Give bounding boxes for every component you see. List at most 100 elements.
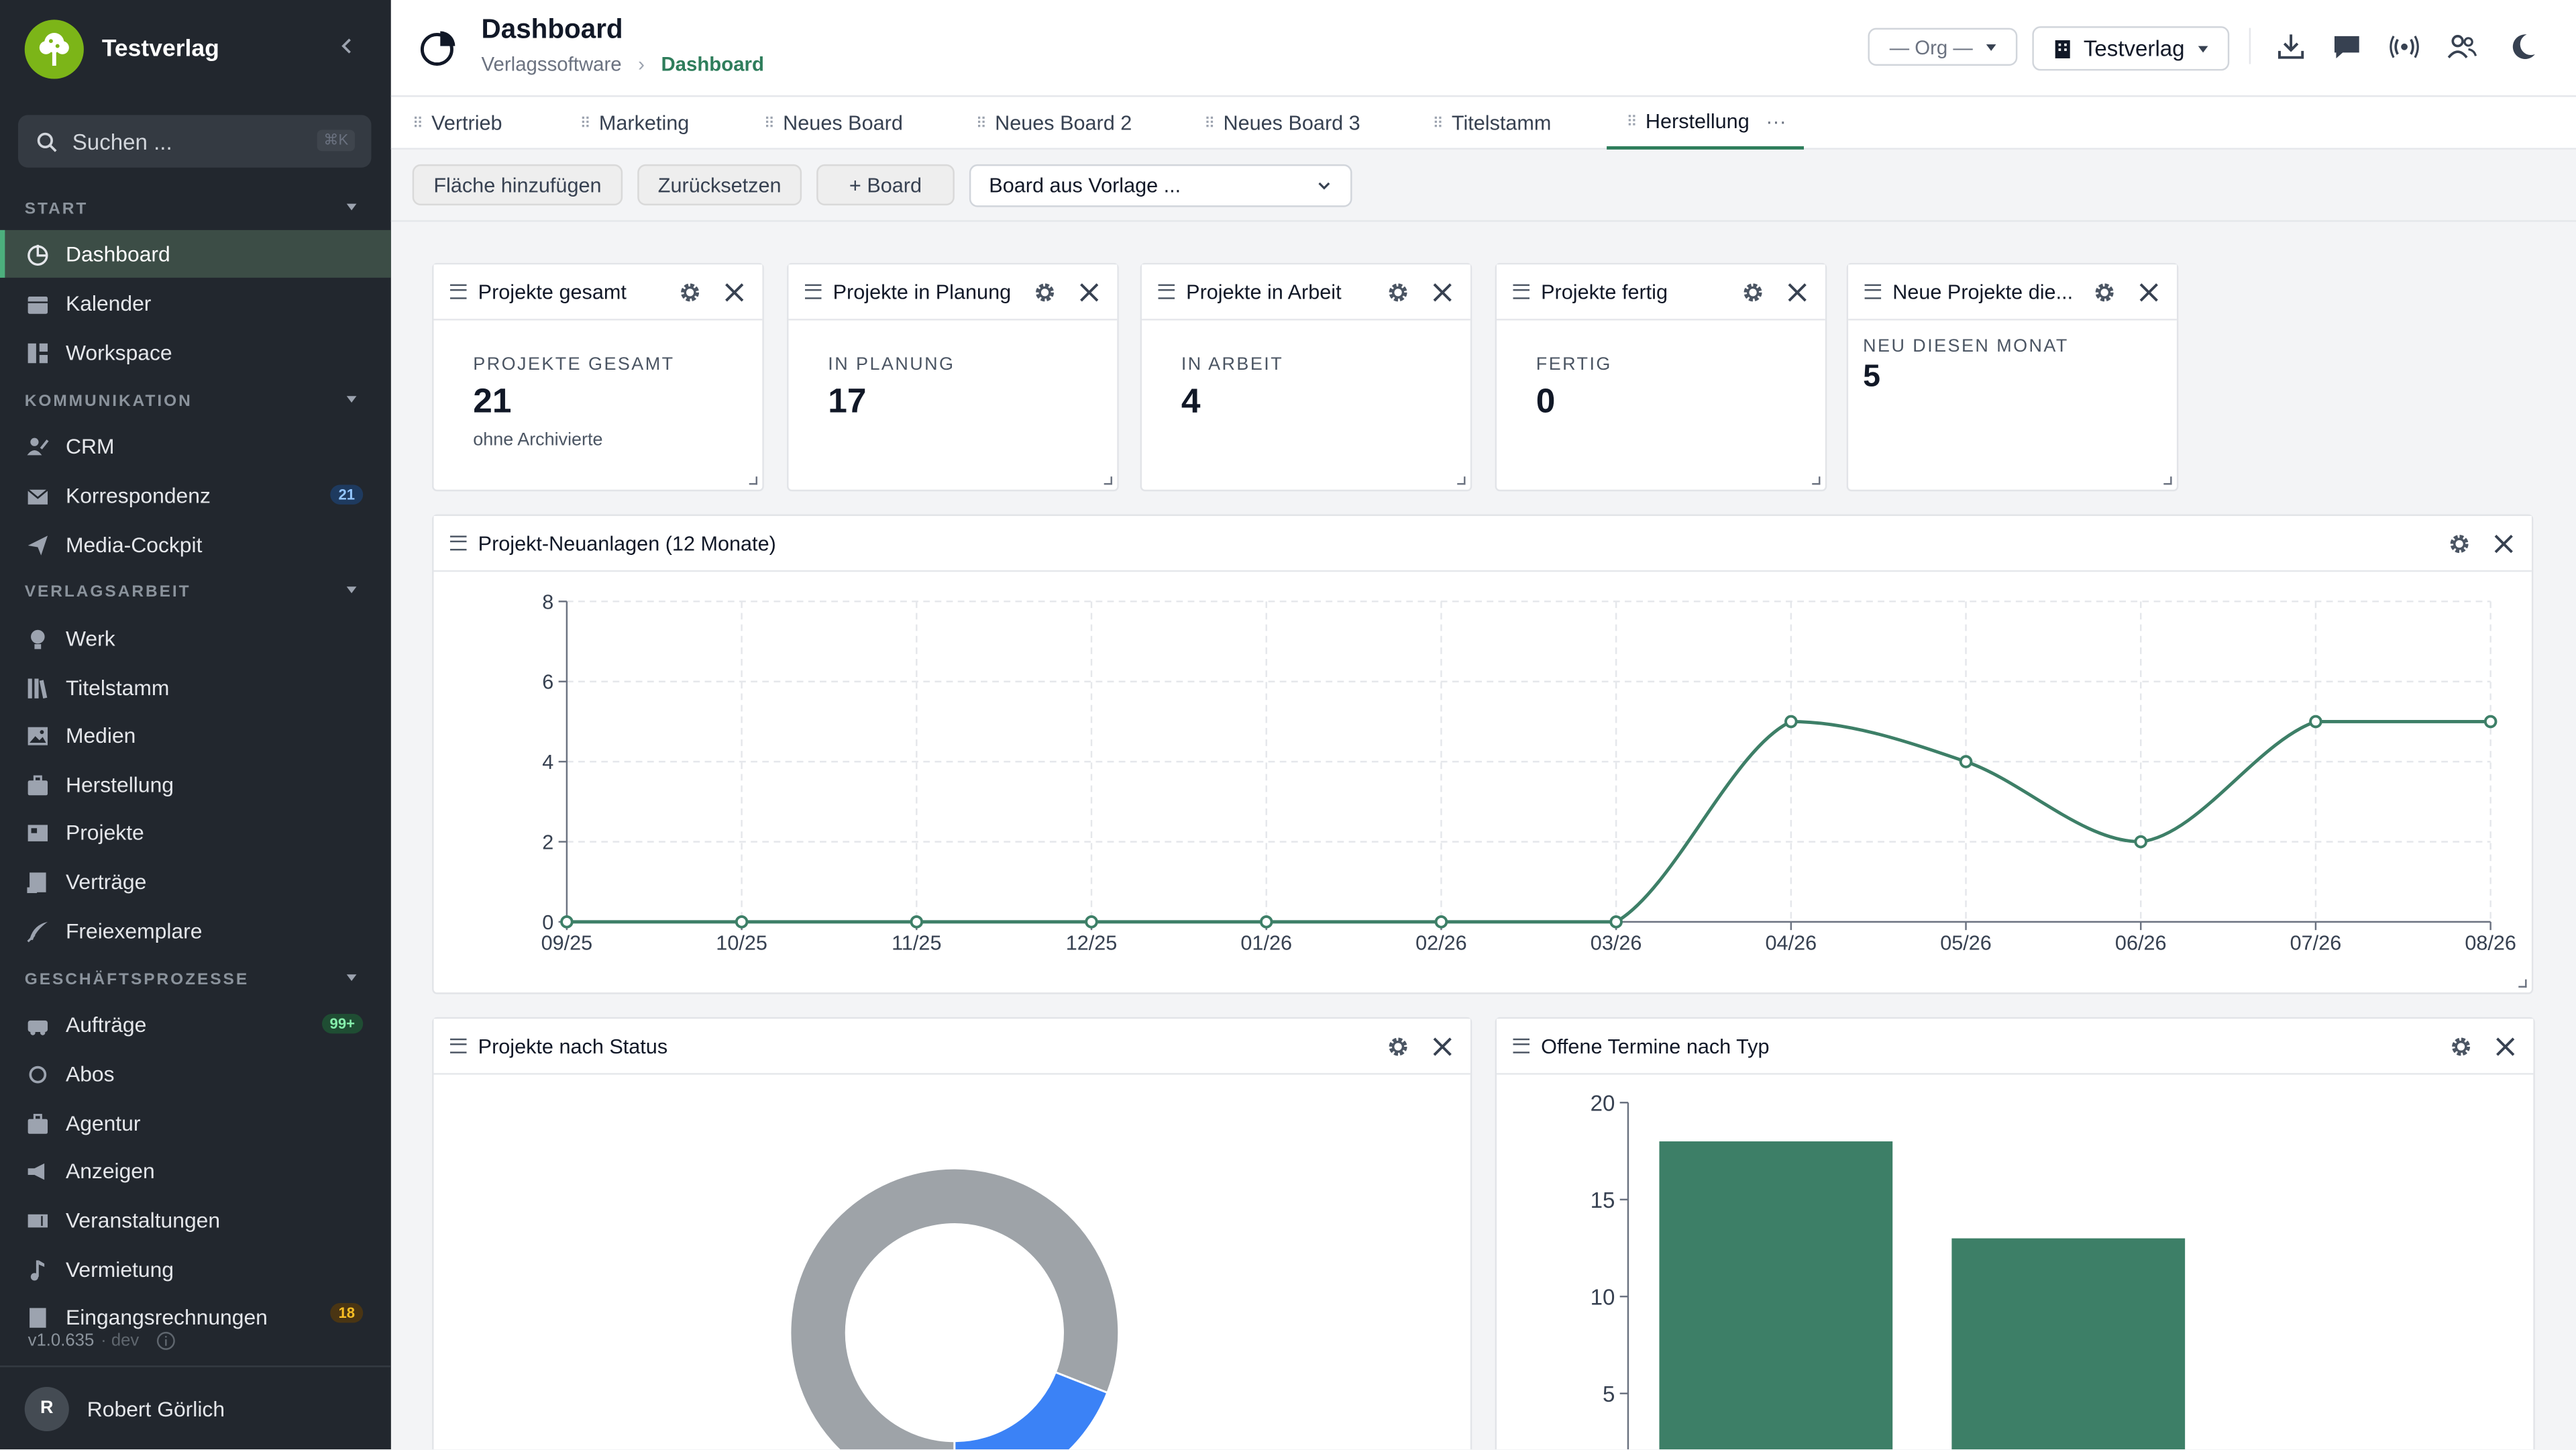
sidebar-item-anzeigen[interactable]: Anzeigen <box>0 1147 391 1194</box>
tab-neues-board[interactable]: ⠿ Neues Board <box>764 97 903 149</box>
menu-icon[interactable] <box>1513 284 1530 299</box>
drag-handle-icon[interactable]: ⠿ <box>580 114 590 132</box>
gear-icon[interactable] <box>2448 532 2471 555</box>
drag-handle-icon[interactable]: ⠿ <box>1204 114 1215 132</box>
tab-label: Marketing <box>598 111 690 135</box>
sidebar-item-label: Anzeigen <box>65 1158 155 1184</box>
tab-label: Herstellung <box>1645 110 1750 134</box>
gear-icon[interactable] <box>1387 1035 1409 1058</box>
sidebar-item-veranstaltungen[interactable]: Veranstaltungen <box>0 1196 391 1244</box>
sidebar-item-vertraege[interactable]: Verträge <box>0 858 391 905</box>
resize-handle[interactable] <box>749 476 757 485</box>
template-select-value: Board aus Vorlage ... <box>989 174 1181 197</box>
sidebar-item-kalender[interactable]: Kalender <box>0 279 391 327</box>
menu-icon[interactable] <box>450 535 467 551</box>
sidebar-item-herstellung[interactable]: Herstellung <box>0 761 391 809</box>
sidebar-item-label: CRM <box>65 433 115 459</box>
y-tick-label: 10 <box>1591 1285 1615 1310</box>
menu-icon[interactable] <box>805 284 822 299</box>
gear-icon[interactable] <box>1387 281 1409 304</box>
section-verlagsarbeit[interactable]: VERLAGSARBEIT <box>25 583 357 601</box>
caret-down-icon <box>1986 43 1996 50</box>
close-icon[interactable] <box>2137 281 2160 304</box>
add-area-button[interactable]: Fläche hinzufügen <box>412 164 623 206</box>
tab-more-icon[interactable]: ··· <box>1766 110 1786 133</box>
menu-icon[interactable] <box>1158 284 1175 299</box>
user-menu[interactable]: R Robert Görlich <box>0 1365 391 1449</box>
team-icon[interactable] <box>2447 32 2478 63</box>
data-point <box>2309 715 2322 729</box>
gear-icon[interactable] <box>2093 281 2116 304</box>
sidebar-item-freiexemplare[interactable]: Freiexemplare <box>0 907 391 955</box>
gear-icon[interactable] <box>1033 281 1056 304</box>
sidebar-item-auftraege[interactable]: Aufträge 99+ <box>0 1000 391 1048</box>
gear-icon[interactable] <box>2449 1035 2472 1058</box>
resize-handle[interactable] <box>1812 476 1821 485</box>
widget-title: Projekte in Planung <box>833 280 1012 303</box>
sidebar-item-medien[interactable]: Medien <box>0 711 391 759</box>
close-icon[interactable] <box>1078 281 1101 304</box>
board-template-select[interactable]: Board aus Vorlage ... <box>969 164 1352 207</box>
tenant-select[interactable]: Testverlag <box>2032 26 2230 71</box>
close-icon[interactable] <box>723 281 746 304</box>
tab-marketing[interactable]: ⠿ Marketing <box>580 97 689 149</box>
menu-icon[interactable] <box>1513 1038 1530 1053</box>
tab-neues-board-2[interactable]: ⠿ Neues Board 2 <box>976 97 1132 149</box>
resize-handle[interactable] <box>2163 476 2172 485</box>
sidebar-item-agentur[interactable]: Agentur <box>0 1099 391 1147</box>
sidebar-item-label: Titelstamm <box>65 675 170 701</box>
close-icon[interactable] <box>2494 1035 2517 1058</box>
sidebar-item-vermietung[interactable]: Vermietung <box>0 1245 391 1293</box>
drag-handle-icon[interactable]: ⠿ <box>413 114 423 132</box>
close-icon[interactable] <box>1431 281 1454 304</box>
sidebar-item-korrespondenz[interactable]: Korrespondenz 21 <box>0 472 391 519</box>
gear-icon[interactable] <box>1741 281 1764 304</box>
section-start[interactable]: START <box>25 201 357 219</box>
close-icon[interactable] <box>2492 532 2515 555</box>
sidebar-item-dashboard[interactable]: Dashboard <box>0 229 391 278</box>
tab-herstellung[interactable]: ⠿ Herstellung ··· <box>1607 97 1804 150</box>
broadcast-icon[interactable] <box>2389 32 2420 63</box>
dark-mode-icon[interactable] <box>2507 32 2538 63</box>
gear-icon[interactable] <box>678 281 701 304</box>
tab-titelstamm[interactable]: ⠿ Titelstamm <box>1433 97 1552 149</box>
download-icon[interactable] <box>2275 32 2307 63</box>
sidebar-item-crm[interactable]: CRM <box>0 422 391 470</box>
menu-icon[interactable] <box>450 284 467 299</box>
search-input[interactable]: Suchen ... ⌘K <box>17 115 372 168</box>
data-point <box>1085 915 1098 929</box>
section-geschaeftsprozesse[interactable]: GESCHÄFTSPROZESSE <box>25 971 357 989</box>
section-kommunikation[interactable]: KOMMUNIKATION <box>25 393 357 411</box>
collapse-sidebar-icon[interactable] <box>335 34 358 57</box>
sidebar-item-projekte[interactable]: Projekte <box>0 809 391 856</box>
drag-handle-icon[interactable]: ⠿ <box>976 114 987 132</box>
brand[interactable]: Testverlag <box>24 19 219 79</box>
resize-handle[interactable] <box>1457 476 1466 485</box>
add-board-button[interactable]: + Board <box>816 164 955 206</box>
drag-handle-icon[interactable]: ⠿ <box>1433 114 1444 132</box>
sidebar-item-media-cockpit[interactable]: Media-Cockpit <box>0 521 391 568</box>
tab-neues-board-3[interactable]: ⠿ Neues Board 3 <box>1204 97 1360 149</box>
org-select[interactable]: — Org — <box>1868 28 2018 66</box>
resize-handle[interactable] <box>1104 476 1112 485</box>
x-tick-label: 07/26 <box>2290 932 2342 955</box>
menu-icon[interactable] <box>1864 284 1882 299</box>
info-icon[interactable] <box>156 1331 175 1351</box>
menu-icon[interactable] <box>450 1038 467 1053</box>
sidebar-item-workspace[interactable]: Workspace <box>0 329 391 376</box>
sidebar-item-eingangsrechnungen[interactable]: Eingangsrechnungen 18 <box>0 1293 391 1329</box>
tab-vertrieb[interactable]: ⠿ Vertrieb <box>413 97 502 149</box>
sidebar-item-abos[interactable]: Abos <box>0 1050 391 1098</box>
reset-button[interactable]: Zurücksetzen <box>637 164 802 206</box>
resize-handle[interactable] <box>2518 979 2527 988</box>
breadcrumb-root[interactable]: Verlagssoftware <box>482 52 622 75</box>
drag-handle-icon[interactable]: ⠿ <box>764 114 775 132</box>
badge-count: 99+ <box>321 1014 364 1034</box>
close-icon[interactable] <box>1431 1035 1454 1058</box>
drag-handle-icon[interactable]: ⠿ <box>1626 113 1637 131</box>
version-info: v1.0.635 · dev <box>28 1331 176 1351</box>
chat-icon[interactable] <box>2331 32 2363 63</box>
close-icon[interactable] <box>1786 281 1809 304</box>
sidebar-item-titelstamm[interactable]: Titelstamm <box>0 664 391 711</box>
sidebar-item-werk[interactable]: Werk <box>0 615 391 662</box>
